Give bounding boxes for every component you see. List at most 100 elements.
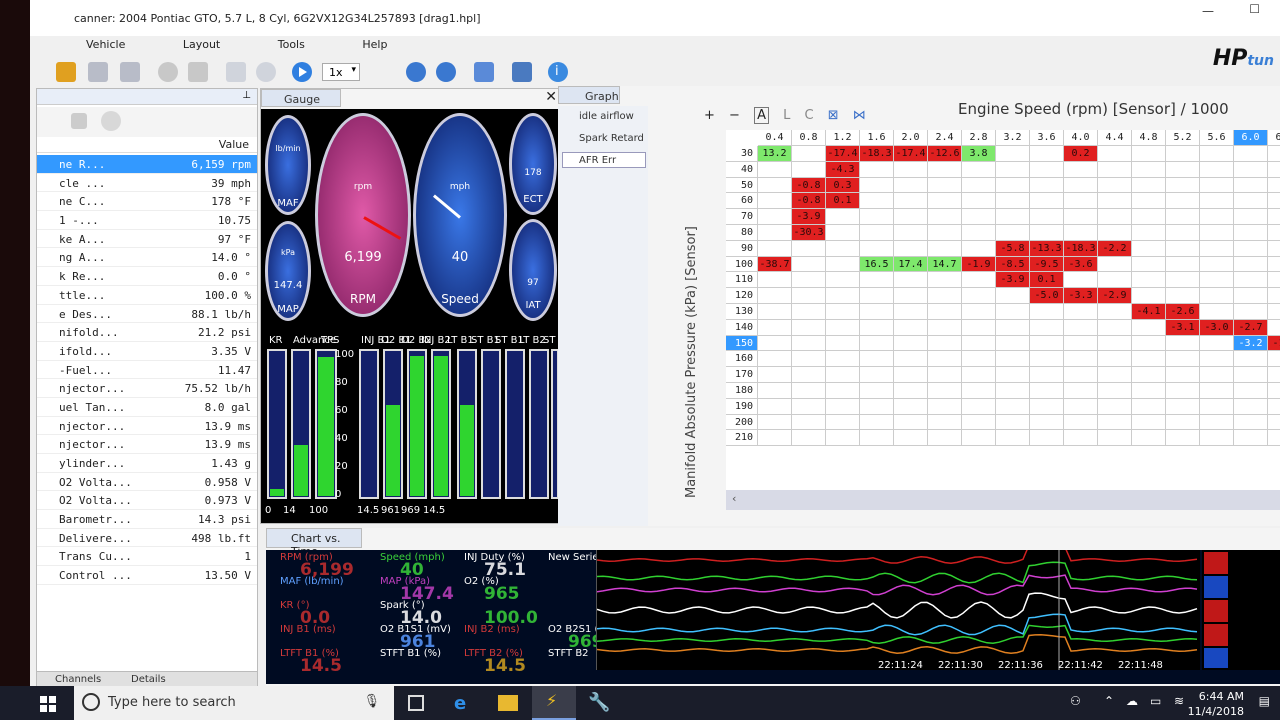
- grid-row-header[interactable]: 200: [726, 414, 758, 431]
- grid-cell[interactable]: [962, 193, 996, 210]
- grid-cell[interactable]: [758, 367, 792, 383]
- grid-cell[interactable]: -2.9: [1098, 288, 1132, 304]
- channel-afr-err[interactable]: AFR Err: [562, 152, 646, 168]
- hptuners-scanner-taskbar-icon[interactable]: ⚡: [532, 686, 576, 720]
- grid-cell[interactable]: [1200, 335, 1234, 352]
- grid-cell[interactable]: [1234, 367, 1268, 383]
- grid-cell[interactable]: [758, 161, 792, 178]
- table-row[interactable]: ng A... 14.0 °: [37, 248, 257, 268]
- grid-cell[interactable]: [826, 351, 860, 368]
- tab-gauge[interactable]: Gauge: [261, 89, 341, 107]
- grid-cell[interactable]: [996, 430, 1030, 447]
- grid-cell[interactable]: [894, 177, 928, 194]
- grid-cell[interactable]: [1200, 193, 1234, 210]
- grid-cell[interactable]: [996, 319, 1030, 336]
- clear-button[interactable]: C: [805, 108, 814, 123]
- grid-cell[interactable]: [1200, 272, 1234, 289]
- table-row[interactable]: Control ... 13.50 V: [37, 566, 257, 585]
- grid-cell[interactable]: [894, 383, 928, 399]
- maximize-button[interactable]: ☐: [1249, 2, 1260, 16]
- grid-cell[interactable]: [1166, 161, 1200, 178]
- grid-cell[interactable]: [792, 398, 826, 415]
- grid-cell[interactable]: [1132, 256, 1166, 273]
- grid-row-header[interactable]: 80: [726, 225, 758, 241]
- grid-cell[interactable]: [894, 414, 928, 431]
- grid-cell[interactable]: 0.1: [826, 193, 860, 210]
- grid-cell[interactable]: [1132, 288, 1166, 304]
- grid-cell[interactable]: [1030, 319, 1064, 336]
- grid-column-header[interactable]: 4.8: [1132, 130, 1166, 146]
- menu-help[interactable]: Help: [362, 38, 387, 51]
- grid-cell[interactable]: [792, 319, 826, 336]
- grid-cell[interactable]: [962, 430, 996, 447]
- grid-cell[interactable]: [1098, 335, 1132, 352]
- grid-cell[interactable]: [1268, 225, 1280, 241]
- grid-cell[interactable]: [1132, 319, 1166, 336]
- grid-cell[interactable]: [928, 193, 962, 210]
- grid-cell[interactable]: [962, 288, 996, 304]
- grid-cell[interactable]: [1268, 193, 1280, 210]
- table-row[interactable]: Delivere... 498 lb.ft: [37, 529, 257, 548]
- grid-cell[interactable]: -3.6: [1064, 256, 1098, 273]
- grid-cell[interactable]: [1200, 256, 1234, 273]
- chevron-up-icon[interactable]: ⌃: [1104, 694, 1114, 708]
- grid-cell[interactable]: [1166, 335, 1200, 352]
- grid-cell[interactable]: [1064, 351, 1098, 368]
- grid-row-header[interactable]: 30: [726, 146, 758, 162]
- grid-cell[interactable]: [1098, 319, 1132, 336]
- grid-cell[interactable]: [1132, 161, 1166, 178]
- grid-cell[interactable]: [826, 288, 860, 304]
- grid-cell[interactable]: [758, 240, 792, 257]
- grid-column-header[interactable]: 4.0: [1064, 130, 1098, 146]
- table-row[interactable]: Trans Cu... 1: [37, 547, 257, 567]
- grid-cell[interactable]: [1132, 177, 1166, 194]
- grid-cell[interactable]: [1132, 430, 1166, 447]
- grid-cell[interactable]: [860, 193, 894, 210]
- grid-cell[interactable]: [1268, 430, 1280, 447]
- grid-cell[interactable]: [860, 430, 894, 447]
- grid-row-header[interactable]: 140: [726, 319, 758, 336]
- grid-cell[interactable]: [758, 430, 792, 447]
- grid-cell[interactable]: [1132, 335, 1166, 352]
- grid-column-header[interactable]: 5.2: [1166, 130, 1200, 146]
- grid-cell[interactable]: [1200, 288, 1234, 304]
- grid-cell[interactable]: [826, 398, 860, 415]
- grid-cell[interactable]: [758, 351, 792, 368]
- gear-icon[interactable]: [101, 111, 121, 131]
- grid-cell[interactable]: [962, 319, 996, 336]
- grid-cell[interactable]: [1098, 225, 1132, 241]
- grid-cell[interactable]: [1030, 335, 1064, 352]
- grid-cell[interactable]: [1234, 209, 1268, 225]
- grid-column-header[interactable]: 1.6: [860, 130, 894, 146]
- grid-cell[interactable]: [894, 304, 928, 320]
- grid-cell[interactable]: [996, 288, 1030, 304]
- grid-cell[interactable]: 17.4: [894, 256, 928, 273]
- grid-row-header[interactable]: 100: [726, 256, 758, 273]
- save-icon[interactable]: [512, 62, 532, 82]
- grid-cell[interactable]: [1064, 209, 1098, 225]
- grid-cell[interactable]: [1064, 398, 1098, 415]
- task-view-icon[interactable]: [408, 695, 424, 711]
- grid-cell[interactable]: [1166, 209, 1200, 225]
- grid-cell[interactable]: [1030, 193, 1064, 210]
- grid-cell[interactable]: [1200, 383, 1234, 399]
- grid-column-header[interactable]: 4.4: [1098, 130, 1132, 146]
- grid-cell[interactable]: [1166, 193, 1200, 210]
- grid-cell[interactable]: -9.5: [1030, 256, 1064, 273]
- grid-cell[interactable]: [1234, 193, 1268, 210]
- grid-cell[interactable]: [894, 430, 928, 447]
- grid-cell[interactable]: [1098, 177, 1132, 194]
- grid-cell[interactable]: [1132, 146, 1166, 162]
- grid-cell[interactable]: [996, 225, 1030, 241]
- grid-cell[interactable]: [1200, 240, 1234, 257]
- table-row[interactable]: -Fuel... 11.47: [37, 361, 257, 380]
- grid-row-header[interactable]: 70: [726, 209, 758, 225]
- grid-cell[interactable]: [996, 177, 1030, 194]
- grid-cell[interactable]: [1064, 414, 1098, 431]
- car-connect-icon[interactable]: [88, 62, 108, 82]
- people-icon[interactable]: ⚇: [1070, 694, 1081, 708]
- grid-cell[interactable]: [1030, 161, 1064, 178]
- grid-cell[interactable]: [1030, 177, 1064, 194]
- grid-cell[interactable]: -30.3: [792, 225, 826, 241]
- wrench-icon[interactable]: 🔧: [588, 692, 610, 713]
